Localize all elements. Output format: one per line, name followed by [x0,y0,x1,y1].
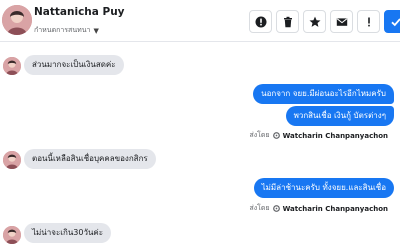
gear-icon [272,205,280,212]
caret-down-icon: ▼ [93,26,99,35]
conversation-actions [249,10,400,33]
sent-by-prefix: ส่งโดย [249,131,270,139]
sent-by-name: Watcharin Chanpanyachon [282,131,388,140]
mail-button[interactable] [330,10,353,33]
trash-icon [283,16,292,27]
check-icon [390,17,400,26]
conversation-status-dropdown[interactable]: กำหนดการสนทนา ▼ [34,25,99,36]
mark-done-button[interactable] [384,10,400,33]
message-bubble-incoming[interactable]: ตอนนี้เหลือสินเชื่อบุคคลของกสิกร [24,149,156,169]
sent-by-label: ส่งโดย Watcharin Chanpanyachon [249,203,388,214]
exclamation-icon [367,17,370,26]
alert-button[interactable] [249,10,272,33]
delete-button[interactable] [276,10,299,33]
sent-by-prefix: ส่งโดย [249,204,270,212]
contact-name[interactable]: Nattanicha Puy [34,6,125,18]
star-button[interactable] [303,10,326,33]
sender-avatar [3,226,21,244]
conversation-header: Nattanicha Puy กำหนดการสนทนา ▼ [0,0,400,42]
contact-avatar[interactable] [2,5,32,35]
sender-avatar [3,57,21,75]
conversation-status-label: กำหนดการสนทนา [34,26,91,34]
star-icon [309,16,320,27]
sender-avatar [3,151,21,169]
message-bubble-incoming[interactable]: ส่วนมากจะเป็นเงินสดค่ะ [24,55,124,75]
message-bubble-outgoing[interactable]: นอกจาก จยย.มีผ่อนอะไรอีกไหมครับ [253,84,394,104]
alert-icon [255,16,266,27]
message-bubble-incoming[interactable]: ไม่น่าจะเกิน30วันค่ะ [24,223,112,243]
message-bubble-outgoing[interactable]: ไม่มีล่าช้านะครับ ทั้งจยย.และสินเชื่อ [253,178,394,198]
message-bubble-outgoing[interactable]: พวกสินเชื่อ เงินกู้ บัตรต่างๆ [285,106,394,126]
gear-icon [272,132,280,139]
mail-icon [336,17,347,26]
sent-by-label: ส่งโดย Watcharin Chanpanyachon [249,130,388,141]
sent-by-name: Watcharin Chanpanyachon [282,204,388,213]
mark-spam-button[interactable] [357,10,380,33]
